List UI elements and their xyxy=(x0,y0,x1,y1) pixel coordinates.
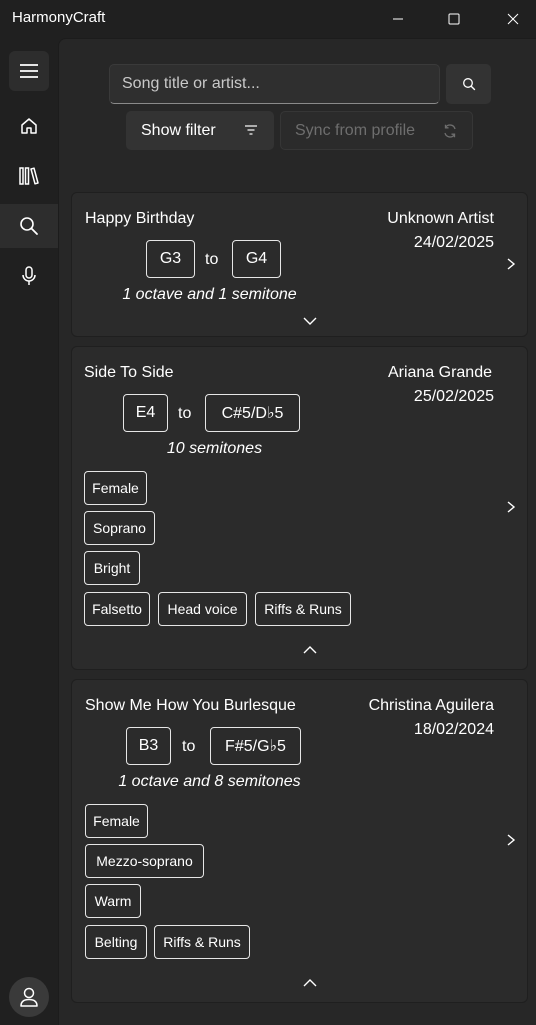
song-date: 25/02/2025 xyxy=(413,388,494,405)
song-card[interactable]: Show Me How You Burlesque Christina Agui… xyxy=(71,679,528,1003)
title-bar: HarmonyCraft xyxy=(0,0,536,38)
home-icon xyxy=(21,118,37,134)
sidebar-item-home[interactable] xyxy=(0,104,58,148)
sync-icon xyxy=(444,124,456,138)
chevron-up-icon[interactable] xyxy=(302,645,318,655)
song-date: 18/02/2024 xyxy=(413,721,494,738)
tag-chip: Bright xyxy=(84,551,140,585)
song-artist: Unknown Artist xyxy=(387,210,494,227)
song-date: 24/02/2025 xyxy=(413,234,494,251)
tag-chip: Riffs & Runs xyxy=(255,592,351,626)
to-label: to xyxy=(205,251,219,268)
tag-chip: Warm xyxy=(85,884,141,918)
close-button[interactable] xyxy=(490,0,536,38)
tag-chip: Soprano xyxy=(84,511,155,545)
sync-from-profile-label: Sync from profile xyxy=(295,121,416,139)
chevron-right-icon[interactable] xyxy=(505,500,517,514)
tag-chip: Riffs & Runs xyxy=(154,925,250,959)
profile-button[interactable] xyxy=(9,977,49,1017)
search-input[interactable] xyxy=(109,64,440,104)
chevron-right-icon[interactable] xyxy=(505,257,517,271)
song-title: Show Me How You Burlesque xyxy=(85,697,296,714)
tag-chip: Female xyxy=(84,471,147,505)
to-label: to xyxy=(182,738,196,755)
vocal-range-text: 1 octave and 8 semitones xyxy=(118,773,301,790)
low-note: B3 xyxy=(126,727,171,765)
sidebar-item-search[interactable] xyxy=(0,204,58,248)
vocal-range-text: 10 semitones xyxy=(166,440,263,457)
show-filter-button[interactable]: Show filter xyxy=(126,111,274,150)
chevron-down-icon[interactable] xyxy=(302,316,318,326)
microphone-icon xyxy=(22,266,36,285)
song-title: Happy Birthday xyxy=(85,210,195,227)
search-button[interactable] xyxy=(446,64,491,104)
high-note: G4 xyxy=(232,240,281,278)
search-icon xyxy=(20,217,38,235)
tag-chip: Belting xyxy=(85,925,147,959)
chevron-right-icon[interactable] xyxy=(505,833,517,847)
close-icon xyxy=(507,13,519,25)
tag-chip: Mezzo-soprano xyxy=(85,844,204,878)
tag-chip: Falsetto xyxy=(84,592,150,626)
song-title: Side To Side xyxy=(84,364,174,381)
show-filter-label: Show filter xyxy=(141,121,216,139)
search-icon xyxy=(462,78,475,91)
library-icon xyxy=(19,167,39,185)
tag-chip: Head voice xyxy=(158,592,247,626)
sidebar-item-microphone[interactable] xyxy=(0,254,58,298)
to-label: to xyxy=(178,405,192,422)
sidebar xyxy=(0,38,58,1025)
maximize-button[interactable] xyxy=(431,0,477,38)
low-note: E4 xyxy=(123,394,168,432)
sync-from-profile-button[interactable]: Sync from profile xyxy=(280,111,473,150)
minimize-icon xyxy=(393,18,403,20)
user-icon xyxy=(20,987,38,1007)
song-card[interactable]: Happy Birthday Unknown Artist 24/02/2025… xyxy=(71,192,528,337)
filter-icon xyxy=(245,125,257,135)
high-note: C#5/D♭5 xyxy=(205,394,300,432)
song-artist: Christina Aguilera xyxy=(368,697,494,714)
hamburger-menu-button[interactable] xyxy=(9,51,49,91)
tag-chip: Female xyxy=(85,804,148,838)
chevron-up-icon[interactable] xyxy=(302,978,318,988)
high-note: F#5/G♭5 xyxy=(210,727,301,765)
sidebar-item-library[interactable] xyxy=(0,154,58,198)
song-card[interactable]: Side To Side Ariana Grande 25/02/2025 E4… xyxy=(71,346,528,670)
low-note: G3 xyxy=(146,240,195,278)
vocal-range-text: 1 octave and 1 semitone xyxy=(122,286,297,303)
maximize-icon xyxy=(448,13,460,25)
app-title: HarmonyCraft xyxy=(12,9,106,26)
main-content: Show filter Sync from profile Happy Birt… xyxy=(58,38,536,1025)
minimize-button[interactable] xyxy=(375,0,421,38)
song-artist: Ariana Grande xyxy=(387,364,492,381)
hamburger-icon xyxy=(20,64,38,78)
